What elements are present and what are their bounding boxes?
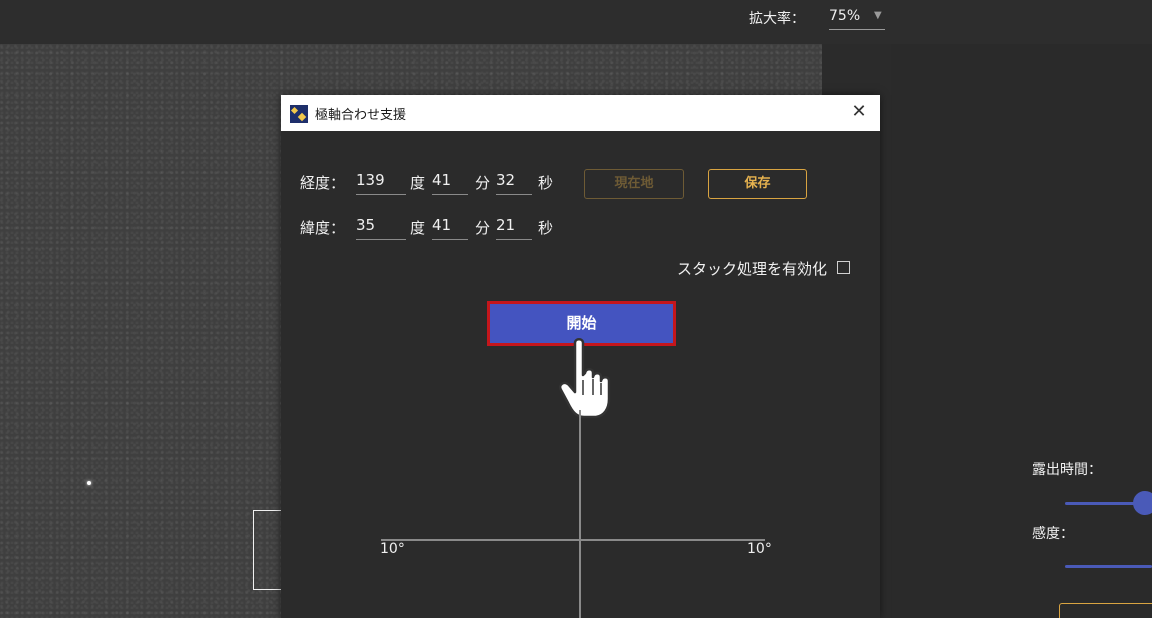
latitude-degrees-input[interactable]: 35 <box>356 216 406 240</box>
stack-processing-label: スタック処理を有効化 <box>677 260 828 278</box>
second-unit: 秒 <box>538 219 554 237</box>
panel-button[interactable] <box>1059 603 1152 618</box>
current-location-button[interactable]: 現在地 <box>584 169 684 199</box>
longitude-label: 経度： <box>300 174 346 192</box>
app-window: 拡大率： 75% ▼ 露出時間： 感度： 極軸合わせ支援 ✕ 経度： 139 度… <box>0 0 1152 618</box>
star-point <box>87 481 91 485</box>
hand-pointer-icon <box>559 338 611 419</box>
close-icon[interactable]: ✕ <box>849 102 869 122</box>
minute-unit: 分 <box>475 219 491 237</box>
exposure-time-label: 露出時間： <box>1032 462 1102 478</box>
axis-right-label: 10° <box>747 541 772 557</box>
longitude-degrees-input[interactable]: 139 <box>356 171 406 195</box>
longitude-seconds-input[interactable]: 32 <box>496 171 532 195</box>
latitude-degrees-value: 35 <box>356 216 376 234</box>
right-control-panel <box>891 44 1152 618</box>
zoom-value: 75% <box>829 8 861 24</box>
exposure-slider-handle[interactable] <box>1133 491 1152 515</box>
latitude-seconds-value: 21 <box>496 216 516 234</box>
app-logo-icon <box>290 105 308 123</box>
sensitivity-slider[interactable] <box>1065 565 1152 568</box>
degree-unit: 度 <box>410 219 426 237</box>
longitude-minutes-value: 41 <box>432 171 452 189</box>
dialog-titlebar: 極軸合わせ支援 ✕ <box>281 95 880 131</box>
chevron-down-icon[interactable]: ▼ <box>874 10 882 21</box>
crosshair-horizontal-axis <box>381 539 765 541</box>
degree-unit: 度 <box>410 174 426 192</box>
latitude-seconds-input[interactable]: 21 <box>496 216 532 240</box>
top-toolbar: 拡大率： 75% ▼ <box>0 0 1152 44</box>
longitude-seconds-value: 32 <box>496 171 516 189</box>
longitude-degrees-value: 139 <box>356 171 385 189</box>
minute-unit: 分 <box>475 174 491 192</box>
zoom-label: 拡大率： <box>749 11 805 27</box>
longitude-minutes-input[interactable]: 41 <box>432 171 468 195</box>
second-unit: 秒 <box>538 174 554 192</box>
dialog-title: 極軸合わせ支援 <box>315 108 407 123</box>
latitude-minutes-input[interactable]: 41 <box>432 216 468 240</box>
save-button[interactable]: 保存 <box>708 169 807 199</box>
stack-processing-checkbox[interactable] <box>837 261 850 274</box>
axis-left-label: 10° <box>380 541 405 557</box>
polar-alignment-dialog: 極軸合わせ支援 ✕ 経度： 139 度 41 分 32 秒 現在地 保存 緯度：… <box>281 95 880 618</box>
latitude-label: 緯度： <box>300 219 346 237</box>
crosshair-vertical-axis <box>579 410 581 618</box>
sensitivity-label: 感度： <box>1032 526 1074 542</box>
latitude-minutes-value: 41 <box>432 216 452 234</box>
